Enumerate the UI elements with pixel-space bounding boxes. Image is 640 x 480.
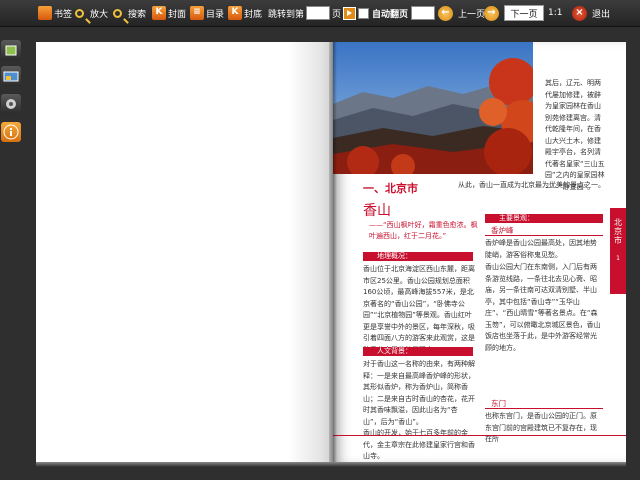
prev-page-button[interactable]: ← 上一页 (438, 3, 485, 23)
paragraph-east-gate: 也称东宫门，是香山公园的正门。原东宫门前的宫殿建筑已不复存在，现在所 (485, 412, 597, 443)
right-page[interactable]: 其后，辽元、明两代屡加修建，被辟为皇家园林在香山别苑修建离宫。清代乾隆年间，在香… (333, 42, 626, 462)
section-bar-geography: 地理概况： (363, 252, 473, 261)
page-number-input[interactable] (306, 6, 331, 20)
go-button[interactable] (343, 6, 357, 20)
info-icon (3, 124, 19, 140)
back-cover-button[interactable]: K 封底 (228, 3, 262, 23)
cover-icon: K (152, 6, 166, 20)
arrow-left-icon: ← (438, 5, 453, 21)
image-icon (3, 71, 19, 82)
toc-icon: ≡ (190, 6, 204, 20)
next-page-button[interactable]: → 下一页 1:1 (484, 3, 562, 23)
mountain-photo (333, 42, 533, 174)
search-icon (113, 8, 122, 18)
paragraph-geography: 香山位于北京海淀区西山东麓，距离市区25公里。香山公园规划总面积160公顷，最高… (363, 265, 475, 354)
bookmark-icon (38, 6, 52, 20)
section-title: 香山 (363, 203, 391, 219)
poem-quote: ——“西山枫叶好，霜重色愈浓。枫叶遍西山，红于二月花。” (369, 221, 478, 240)
gear-icon (6, 99, 16, 109)
text-column-top: 其后，辽元、明两代屡加修建，被辟为皇家园林在香山别苑修建离宫。清代乾隆年间，在香… (545, 79, 605, 191)
chapter-side-tab: 北京市 1 (610, 208, 626, 294)
toolbar: 书签 放大 搜索 K 封面 ≡ 目录 K 封底 跳转到第 页 自动翻页 秒 ← … (0, 0, 640, 27)
page-jump: 跳转到第 页 (268, 3, 357, 23)
exit-button[interactable]: × 退出 (572, 3, 610, 23)
side-toolbar (0, 36, 22, 148)
section-bar-culture: 人文背景： (363, 347, 473, 356)
subheading-rule (485, 235, 603, 236)
toc-button[interactable]: ≡ 目录 (190, 3, 224, 23)
close-icon: × (572, 5, 587, 21)
info-button[interactable] (1, 122, 21, 142)
auto-flip: 自动翻页 秒 (358, 3, 447, 23)
section-bar-scenery: 主要景观： (485, 214, 603, 223)
auto-flip-checkbox[interactable] (358, 7, 369, 19)
auto-flip-seconds-input[interactable] (411, 6, 436, 20)
subheading-rule (485, 408, 603, 409)
back-cover-icon: K (228, 6, 242, 20)
bookmark-button[interactable]: 书签 (38, 3, 72, 23)
settings-button[interactable] (1, 94, 21, 114)
magnifier-plus-icon (75, 8, 84, 18)
book-page-edge (36, 462, 626, 467)
cover-button[interactable]: K 封面 (152, 3, 186, 23)
book-spine (329, 42, 337, 462)
image-button[interactable] (1, 66, 21, 86)
zoom-button[interactable]: 放大 (75, 3, 108, 23)
search-button[interactable]: 搜索 (113, 3, 146, 23)
text-wrap-line: 从此，香山一直成为北京最为优美的景点之一。 (458, 181, 605, 189)
left-page[interactable] (36, 42, 333, 462)
page-number: 1 (616, 255, 620, 262)
thumbnail-icon (5, 45, 17, 56)
chapter-heading: 一、北京市 (363, 182, 418, 195)
zoom-ratio: 1:1 (548, 8, 563, 18)
paragraph-route: 香山公园大门在东南侧，入门后有两条游览线路，一条往北去见心斋、昭庙，另一条往南可… (485, 263, 601, 352)
paragraph-xianglu: 香炉峰是香山公园最高处，因其地势陡峭，游客俗称鬼见愁。 (485, 239, 597, 259)
page-bottom-rule (333, 435, 626, 436)
paragraph-history: 香山的开发，始于七百多年前的金代，金主章宗在此修建皇家行宫和香山寺。 (363, 429, 475, 460)
paragraph-culture: 对于香山这一名称的由来，有两种解释：一是来自最高峰香炉峰的形状，其形似香炉，称为… (363, 360, 475, 426)
book-viewer: 其后，辽元、明两代屡加修建，被辟为皇家园林在香山别苑修建离宫。清代乾隆年间，在香… (36, 42, 626, 462)
arrow-right-icon: → (484, 5, 499, 21)
thumbnail-button[interactable] (1, 40, 21, 60)
